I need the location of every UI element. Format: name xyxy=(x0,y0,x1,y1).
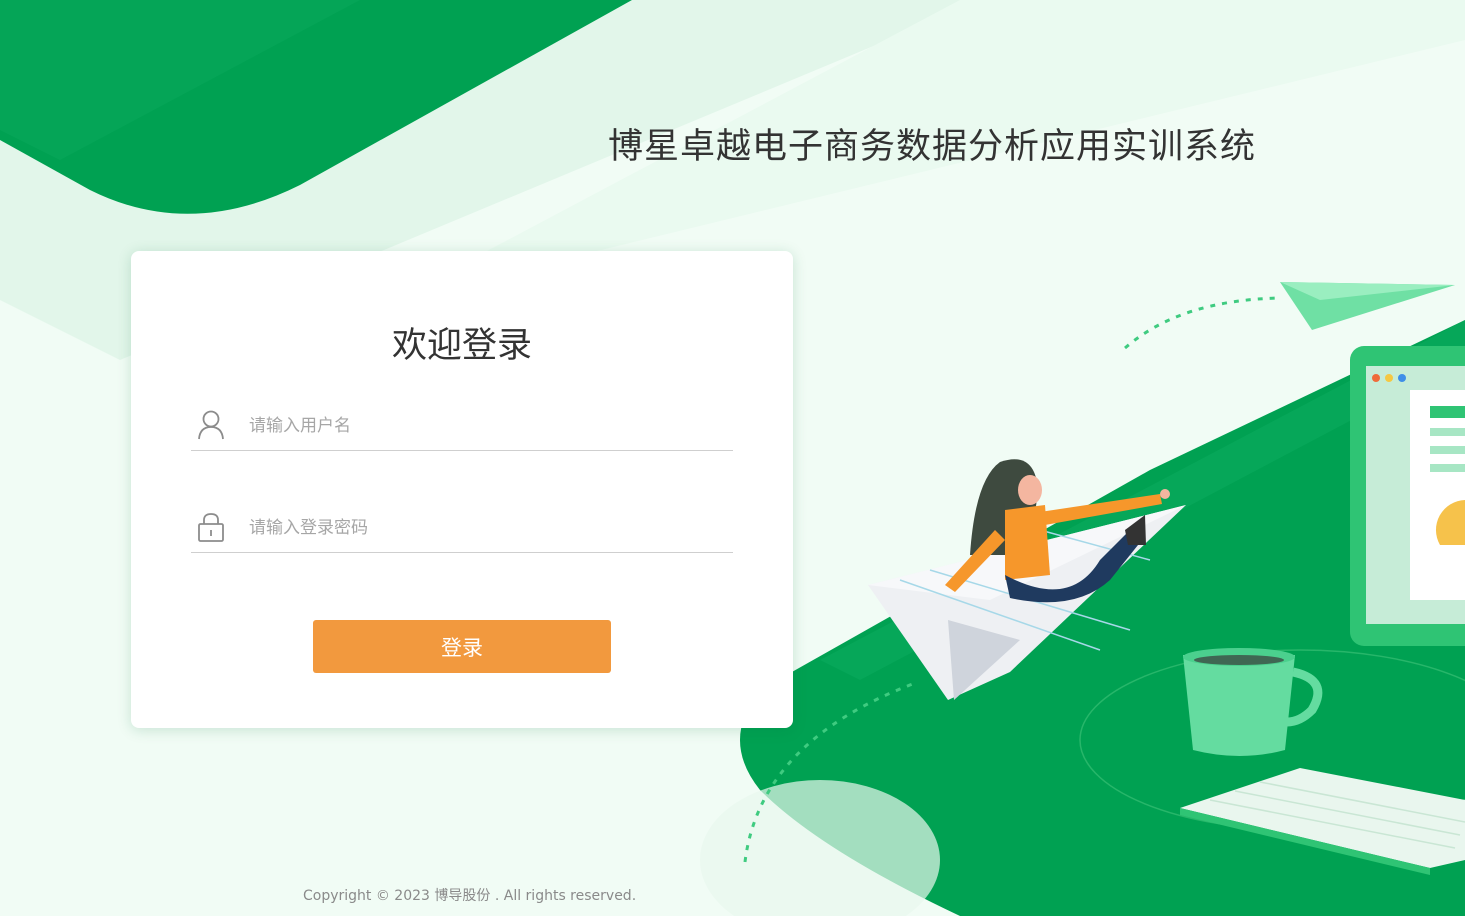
lock-icon xyxy=(197,511,225,543)
username-input[interactable] xyxy=(247,410,721,442)
user-icon xyxy=(197,409,225,441)
login-card: 欢迎登录 登录 xyxy=(131,251,793,728)
password-input[interactable] xyxy=(247,512,721,544)
username-field xyxy=(191,400,733,451)
password-field xyxy=(191,502,733,553)
login-title: 欢迎登录 xyxy=(391,326,532,366)
login-button[interactable]: 登录 xyxy=(313,620,611,673)
system-title: 博星卓越电子商务数据分析应用实训系统 xyxy=(608,127,1257,167)
copyright-text: Copyright © 2023 博导股份 . All rights reser… xyxy=(303,888,637,904)
